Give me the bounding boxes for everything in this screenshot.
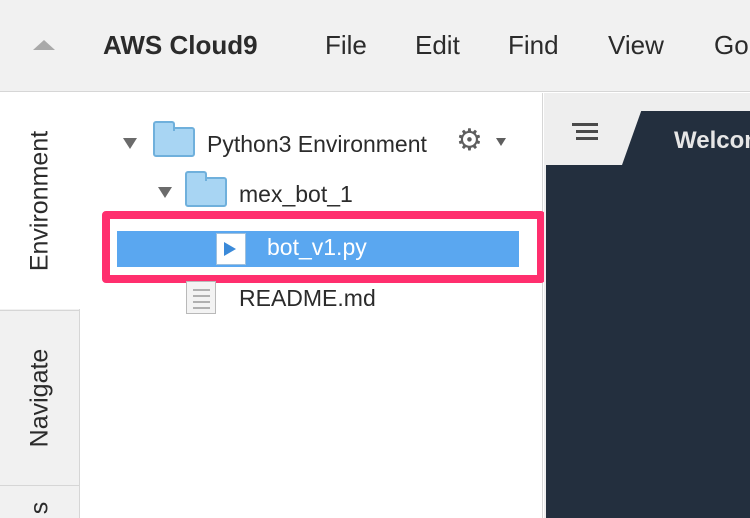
folder-icon	[185, 171, 227, 207]
tab-environment[interactable]: Environment	[0, 93, 80, 309]
tree-item-file-readme[interactable]: README.md	[239, 285, 376, 312]
tab-list-icon[interactable]	[570, 121, 600, 145]
app-title: AWS Cloud9	[103, 30, 258, 60]
menu-bar: AWS Cloud9 File Edit Find View Go	[0, 0, 750, 92]
text-file-icon	[186, 281, 216, 314]
gear-icon[interactable]: ⚙	[456, 126, 483, 156]
tree-item-root[interactable]: Python3 Environment	[207, 131, 427, 158]
file-tree-panel: Python3 Environment ⚙ mex_bot_1 bot_v1.p…	[81, 93, 545, 518]
tab-environment-label: Environment	[25, 130, 54, 272]
tab-navigate-label: Navigate	[25, 348, 54, 448]
highlight-annotation	[102, 211, 545, 283]
editor-content[interactable]	[546, 165, 750, 518]
menu-go[interactable]: Go	[714, 30, 749, 61]
side-tab-rail: Environment Navigate s	[0, 93, 80, 518]
expand-folder-icon[interactable]	[158, 187, 172, 198]
tree-item-folder[interactable]: mex_bot_1	[239, 181, 353, 208]
menu-file[interactable]: File	[325, 30, 367, 61]
tab-welcome-label: Welcome	[674, 127, 750, 154]
expand-root-icon[interactable]	[123, 138, 137, 149]
collapse-menu-icon[interactable]	[33, 40, 55, 50]
editor-area: Welcome	[544, 93, 750, 518]
folder-icon	[153, 121, 195, 157]
tab-commands-label: s	[25, 501, 54, 515]
menu-view[interactable]: View	[608, 30, 664, 61]
tab-navigate[interactable]: Navigate	[0, 310, 80, 485]
chevron-down-icon[interactable]	[496, 138, 506, 146]
tab-commands[interactable]: s	[0, 485, 80, 518]
menu-edit[interactable]: Edit	[415, 30, 460, 61]
menu-find[interactable]: Find	[508, 30, 559, 61]
